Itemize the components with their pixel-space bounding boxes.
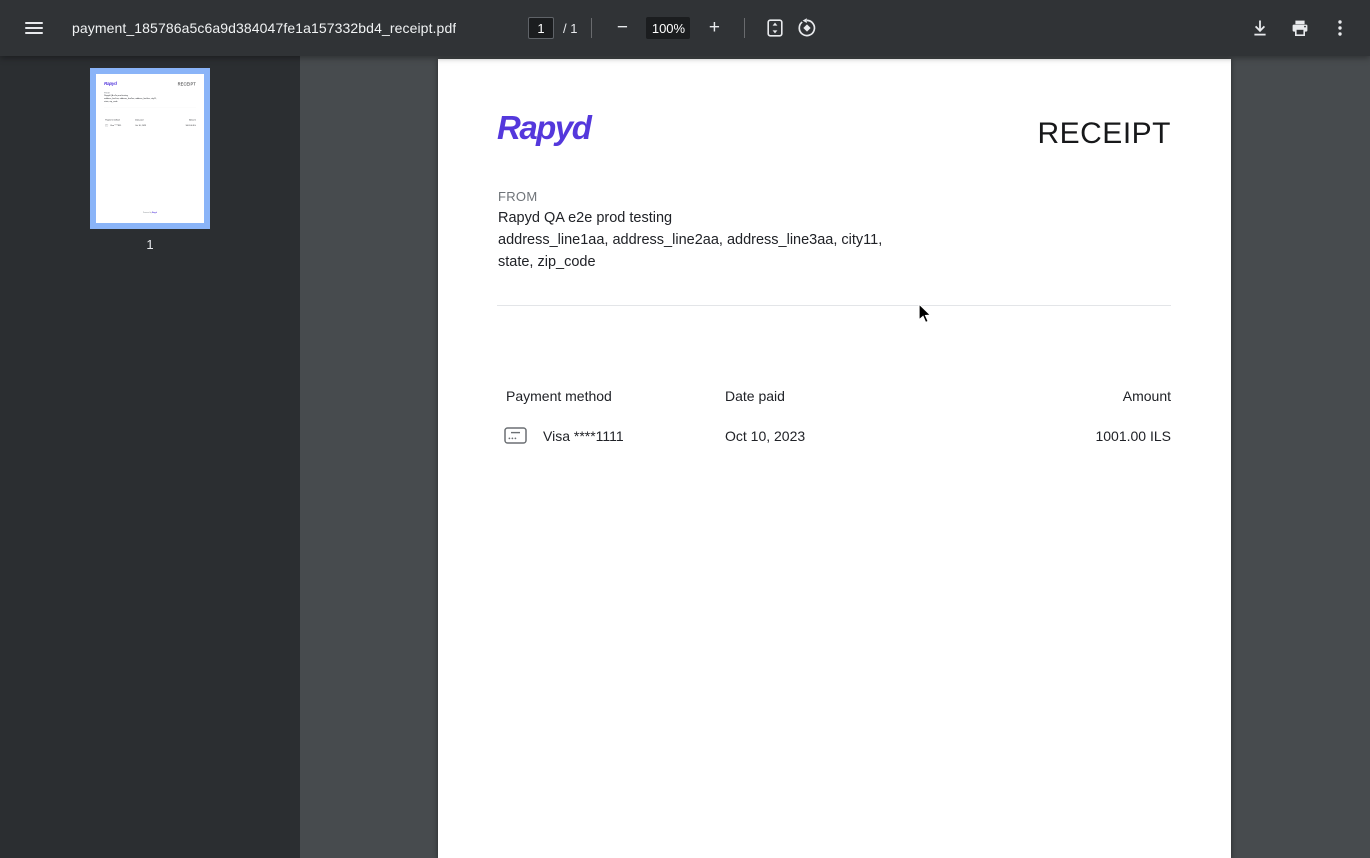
receipt-document: Rapyd RECEIPT FROM Rapyd QA e2e prod tes… bbox=[438, 59, 1231, 858]
table-cell-date-paid: Oct 10, 2023 bbox=[725, 428, 806, 444]
fit-to-page-button[interactable] bbox=[759, 12, 791, 44]
receipt-miniature: Rapyd RECEIPT FROM Rapyd QA e2e prod tes… bbox=[96, 74, 204, 223]
minus-icon: − bbox=[616, 17, 629, 38]
section-divider bbox=[497, 305, 1171, 306]
toolbar-separator bbox=[591, 18, 593, 38]
table-cell-payment-method: Visa ****1111 bbox=[543, 428, 624, 444]
rotate-button[interactable] bbox=[791, 12, 823, 44]
credit-card-icon bbox=[504, 427, 527, 449]
plus-icon: + bbox=[708, 17, 721, 38]
page-thumbnail[interactable]: Rapyd RECEIPT FROM Rapyd QA e2e prod tes… bbox=[90, 68, 210, 229]
thumbnail-page-preview: Rapyd RECEIPT FROM Rapyd QA e2e prod tes… bbox=[96, 74, 204, 223]
receipt-title: RECEIPT bbox=[177, 81, 196, 87]
menu-button[interactable] bbox=[16, 10, 52, 46]
from-address-line-2: state, zip_code bbox=[498, 254, 596, 270]
document-filename: payment_185786a5c6a9d384047fe1a157332bd4… bbox=[72, 20, 457, 36]
pdf-viewer-area[interactable]: Rapyd RECEIPT FROM Rapyd QA e2e prod tes… bbox=[300, 56, 1370, 858]
table-header-payment-method: Payment method bbox=[506, 388, 612, 404]
pdf-viewer-toolbar: payment_185786a5c6a9d384047fe1a157332bd4… bbox=[0, 0, 1370, 56]
zoom-in-button[interactable]: + bbox=[698, 12, 730, 44]
rotate-counterclockwise-icon bbox=[798, 18, 816, 37]
zoom-level-input[interactable] bbox=[646, 17, 691, 39]
page-total-label: / 1 bbox=[563, 20, 578, 36]
rapyd-logo: Rapyd bbox=[497, 109, 592, 146]
page-number-input[interactable] bbox=[528, 17, 554, 39]
thumbnail-page-number: 1 bbox=[146, 237, 154, 252]
from-address-line-1: address_line1aa, address_line2aa, addres… bbox=[498, 232, 883, 248]
print-button[interactable] bbox=[1284, 12, 1316, 44]
receipt-title: RECEIPT bbox=[1037, 117, 1171, 150]
table-header-amount: Amount bbox=[1122, 388, 1171, 404]
download-button[interactable] bbox=[1244, 12, 1276, 44]
powered-by-footer: Powered by Rapyd bbox=[142, 211, 158, 214]
thumbnail-selected-frame: Rapyd RECEIPT FROM Rapyd QA e2e prod tes… bbox=[90, 68, 210, 229]
table-header-date-paid: Date paid bbox=[725, 388, 785, 404]
rapyd-logo: Rapyd bbox=[104, 80, 117, 86]
pdf-page: Rapyd RECEIPT FROM Rapyd QA e2e prod tes… bbox=[438, 59, 1231, 858]
toolbar-separator bbox=[744, 18, 746, 38]
credit-card-icon bbox=[105, 124, 109, 127]
from-name: Rapyd QA e2e prod testing bbox=[498, 210, 673, 226]
more-vert-icon bbox=[1338, 20, 1342, 36]
from-label: FROM bbox=[498, 189, 538, 204]
fit-page-icon bbox=[767, 19, 784, 37]
zoom-out-button[interactable]: − bbox=[606, 12, 638, 44]
thumbnail-sidebar: Rapyd RECEIPT FROM Rapyd QA e2e prod tes… bbox=[0, 56, 300, 858]
hamburger-icon bbox=[25, 19, 43, 37]
more-options-button[interactable] bbox=[1324, 12, 1356, 44]
download-icon bbox=[1254, 20, 1266, 36]
print-icon bbox=[1292, 20, 1308, 36]
table-cell-amount: 1001.00 ILS bbox=[1095, 428, 1171, 444]
